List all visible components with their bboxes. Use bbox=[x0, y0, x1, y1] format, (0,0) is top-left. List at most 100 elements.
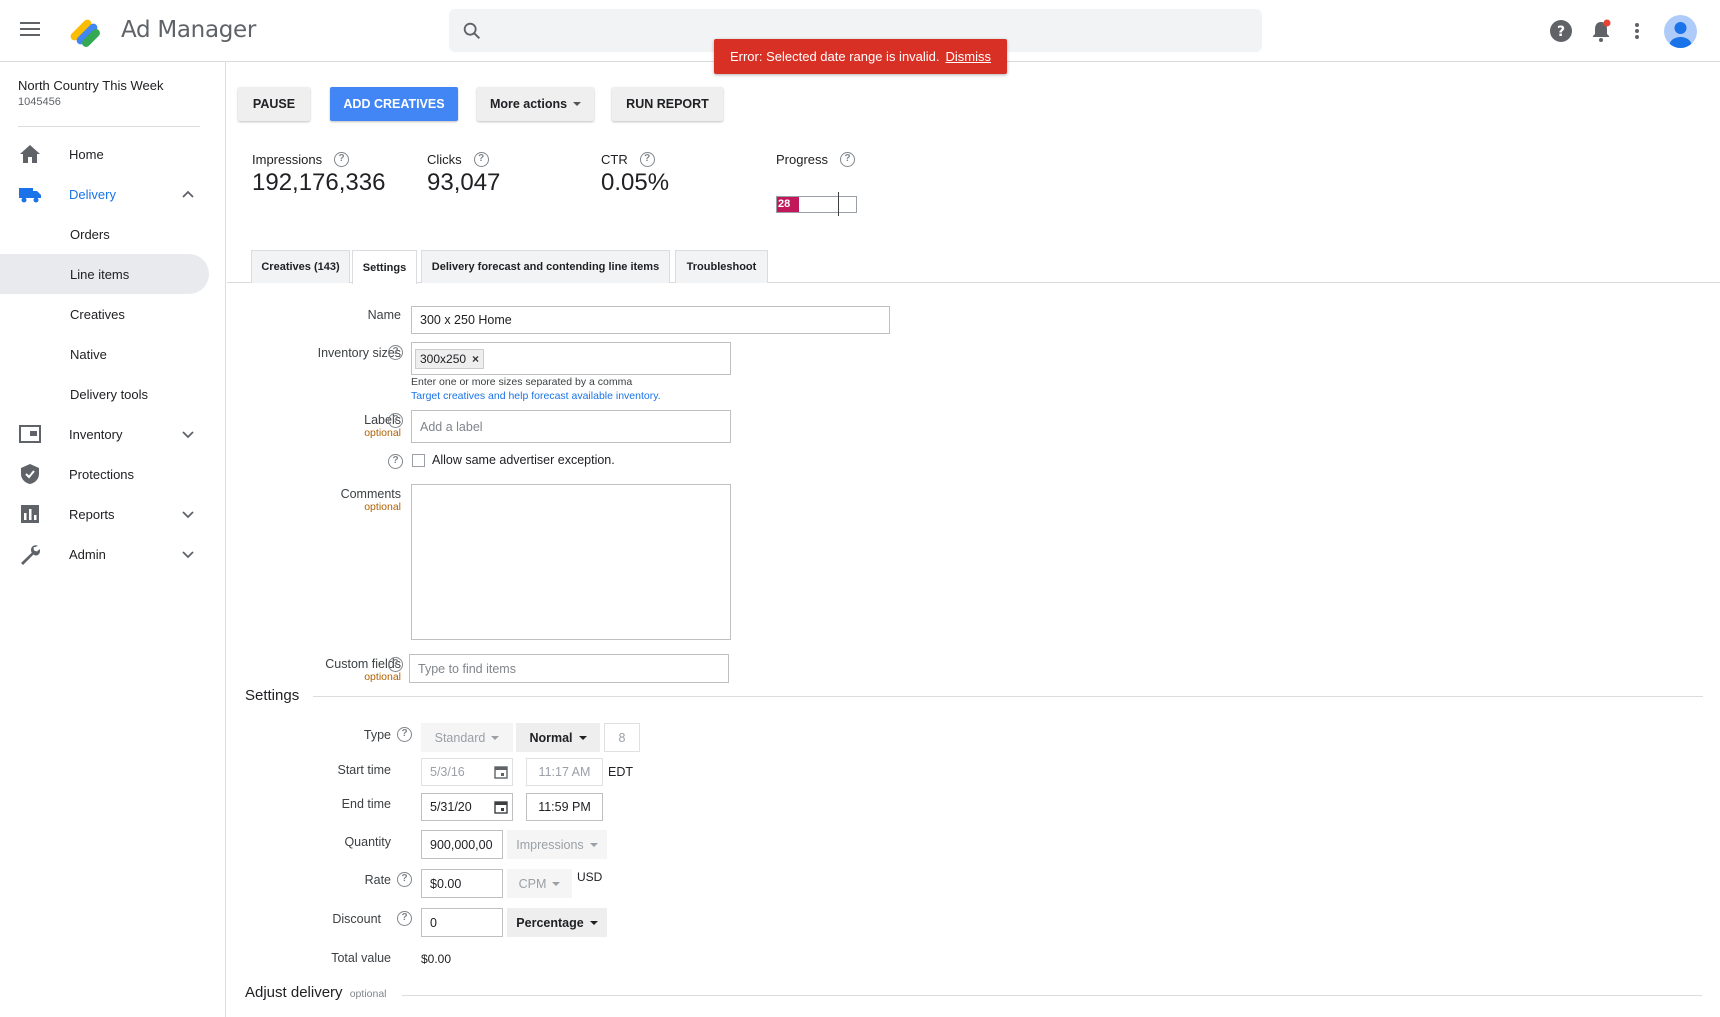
adjust-delivery-label: Adjust delivery bbox=[245, 984, 343, 1001]
rate-unit-dropdown: CPM bbox=[507, 869, 572, 898]
discount-label: Discount bbox=[332, 912, 381, 926]
sidebar-item-delivery[interactable]: Delivery bbox=[0, 174, 209, 214]
help-circle-icon[interactable]: ? bbox=[388, 454, 403, 469]
priority-dropdown[interactable]: Normal bbox=[516, 723, 600, 752]
sidebar-item-protections[interactable]: Protections bbox=[0, 454, 209, 494]
ctr-label: CTR bbox=[601, 152, 628, 167]
help-circle-icon[interactable]: ? bbox=[397, 911, 412, 926]
sidebar-item-admin[interactable]: Admin bbox=[0, 534, 209, 574]
notifications-icon[interactable] bbox=[1587, 17, 1615, 45]
chevron-up-icon[interactable] bbox=[180, 186, 196, 202]
chevron-down-icon[interactable] bbox=[180, 426, 196, 442]
discount-field[interactable]: 0 bbox=[421, 908, 503, 937]
account-icon bbox=[1669, 22, 1692, 48]
allow-exception-label: Allow same advertiser exception. bbox=[432, 453, 615, 467]
inventory-hint: Enter one or more sizes separated by a c… bbox=[411, 376, 633, 388]
more-vert-icon[interactable] bbox=[1623, 17, 1651, 45]
shield-icon bbox=[21, 464, 39, 484]
name-field[interactable]: 300 x 250 Home bbox=[411, 306, 890, 334]
tab-troubleshoot[interactable]: Troubleshoot bbox=[675, 250, 768, 283]
comments-textarea[interactable] bbox=[411, 484, 731, 640]
currency-label: USD bbox=[577, 870, 603, 884]
custom-fields-label: Custom fields optional bbox=[267, 657, 401, 683]
add-creatives-button[interactable]: ADD CREATIVES bbox=[330, 87, 458, 121]
quantity-field[interactable]: 900,000,00 bbox=[421, 830, 503, 859]
help-icon[interactable]: ? bbox=[1547, 17, 1575, 45]
help-circle-icon[interactable]: ? bbox=[388, 345, 403, 360]
inventory-icon bbox=[19, 425, 41, 443]
progress-marker bbox=[838, 192, 839, 216]
clicks-value: 93,047 bbox=[427, 169, 501, 196]
custom-fields-input[interactable]: Type to find items bbox=[409, 654, 729, 683]
sidebar-item-label: Delivery bbox=[69, 186, 116, 202]
clicks-stat: Clicks? 93,047 bbox=[427, 152, 500, 197]
help-circle-icon[interactable]: ? bbox=[397, 727, 412, 742]
pause-button[interactable]: PAUSE bbox=[238, 87, 310, 121]
ad-manager-logo bbox=[70, 19, 100, 47]
wrench-icon bbox=[21, 545, 41, 565]
sidebar-item-orders[interactable]: Orders bbox=[0, 214, 209, 254]
ctr-value: 0.05% bbox=[601, 169, 670, 196]
calendar-icon[interactable] bbox=[494, 765, 508, 779]
help-circle-icon[interactable]: ? bbox=[473, 152, 489, 167]
account-id: 1045456 bbox=[18, 96, 61, 108]
tab-settings[interactable]: Settings bbox=[352, 250, 417, 284]
caret-down-icon bbox=[552, 881, 561, 886]
sidebar-item-label: Reports bbox=[69, 506, 115, 522]
main-content: PAUSE ADD CREATIVES More actions RUN REP… bbox=[227, 62, 1720, 1017]
sidebar-item-line-items[interactable]: Line items bbox=[0, 254, 209, 294]
size-chip: 300x250 × bbox=[415, 348, 485, 369]
sidebar-item-home[interactable]: Home bbox=[0, 134, 209, 174]
inventory-help-link[interactable]: Target creatives and help forecast avail… bbox=[411, 390, 661, 402]
close-icon[interactable]: × bbox=[472, 352, 479, 366]
section-divider bbox=[402, 995, 1702, 996]
settings-section-title: Settings bbox=[245, 687, 300, 704]
discount-type-label: Percentage bbox=[516, 915, 584, 930]
account-name: North Country This Week bbox=[18, 78, 164, 93]
start-time-label: Start time bbox=[337, 763, 392, 777]
sidebar-item-inventory[interactable]: Inventory bbox=[0, 414, 209, 454]
tab-creatives[interactable]: Creatives (143) bbox=[251, 250, 350, 283]
section-divider bbox=[313, 696, 1703, 697]
more-actions-button[interactable]: More actions bbox=[477, 87, 594, 121]
chevron-down-icon[interactable] bbox=[180, 546, 196, 562]
help-circle-icon[interactable]: ? bbox=[388, 657, 403, 672]
rate-unit-label: CPM bbox=[518, 876, 547, 891]
sidebar-item-reports[interactable]: Reports bbox=[0, 494, 209, 534]
tab-delivery-forecast[interactable]: Delivery forecast and contending line it… bbox=[421, 250, 670, 283]
caret-down-icon bbox=[589, 842, 598, 847]
dismiss-link[interactable]: Dismiss bbox=[946, 49, 992, 64]
rate-field[interactable]: $0.00 bbox=[421, 869, 503, 898]
clicks-label: Clicks bbox=[427, 152, 462, 167]
help-circle-icon[interactable]: ? bbox=[388, 413, 403, 428]
help-circle-icon[interactable]: ? bbox=[840, 152, 856, 167]
labels-input[interactable]: Add a label bbox=[411, 410, 731, 443]
calendar-icon[interactable] bbox=[494, 800, 508, 814]
caret-down-icon bbox=[573, 102, 582, 106]
sidebar-item-native[interactable]: Native bbox=[0, 334, 209, 374]
end-time-label: End time bbox=[341, 797, 391, 811]
end-time-field[interactable]: 11:59 PM bbox=[526, 793, 603, 821]
type-dropdown: Standard bbox=[421, 723, 513, 752]
comments-label: Comments optional bbox=[267, 487, 401, 513]
sidebar-item-label: Inventory bbox=[69, 426, 123, 442]
help-circle-icon[interactable]: ? bbox=[639, 152, 655, 167]
start-time-field: 11:17 AM bbox=[526, 758, 603, 786]
caret-down-icon bbox=[589, 920, 598, 925]
search-icon[interactable] bbox=[461, 20, 483, 42]
menu-icon[interactable] bbox=[20, 22, 40, 38]
sidebar-item-delivery-tools[interactable]: Delivery tools bbox=[0, 374, 209, 414]
sidebar-item-label: Creatives bbox=[70, 306, 125, 322]
sidebar-item-creatives[interactable]: Creatives bbox=[0, 294, 209, 334]
type-dropdown-label: Standard bbox=[434, 730, 486, 745]
sidebar-divider bbox=[18, 126, 200, 127]
run-report-button[interactable]: RUN REPORT bbox=[612, 87, 723, 121]
allow-exception-checkbox[interactable] bbox=[412, 454, 425, 467]
help-circle-icon[interactable]: ? bbox=[334, 152, 350, 167]
chevron-down-icon[interactable] bbox=[180, 506, 196, 522]
help-circle-icon[interactable]: ? bbox=[397, 872, 412, 887]
avatar[interactable] bbox=[1664, 15, 1697, 48]
discount-type-dropdown[interactable]: Percentage bbox=[507, 908, 607, 937]
sidebar: North Country This Week 1045456 Home Del… bbox=[0, 62, 226, 1017]
inventory-sizes-input[interactable]: 300x250 × bbox=[411, 342, 731, 375]
